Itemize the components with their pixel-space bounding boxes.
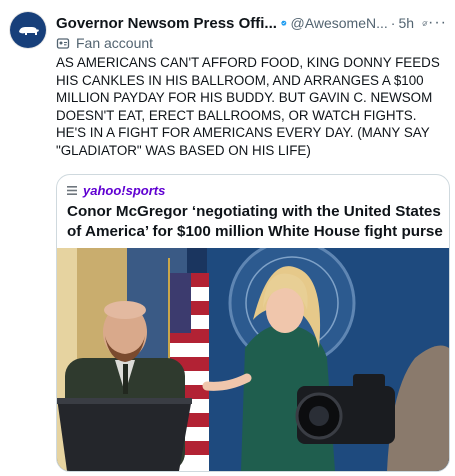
fan-account-icon: [56, 38, 70, 49]
card-image[interactable]: [57, 248, 449, 471]
more-options-icon[interactable]: ···: [428, 14, 447, 32]
fan-account-text: Fan account: [76, 35, 154, 51]
post-header: Governor Newsom Press Offi... @AwesomeN.…: [56, 13, 447, 33]
link-card[interactable]: yahoo!sports Conor McGregor ‘negotiating…: [56, 174, 450, 472]
fan-account-label: Fan account: [56, 34, 153, 52]
verified-badge-icon: [281, 20, 287, 26]
author-name[interactable]: Governor Newsom Press Offi...: [56, 15, 277, 32]
menu-icon: [67, 186, 77, 195]
card-headline[interactable]: Conor McGregor ‘negotiating with the Uni…: [67, 202, 445, 242]
card-source: yahoo!sports: [67, 183, 165, 198]
california-bear-icon: [19, 27, 39, 35]
separator-dot: ·: [390, 15, 396, 31]
source-name: yahoo!sports: [83, 183, 166, 198]
author-handle[interactable]: @AwesomeN...: [291, 15, 388, 31]
post-time[interactable]: 5h: [398, 15, 414, 31]
podium: [57, 398, 192, 471]
avatar[interactable]: [10, 12, 46, 48]
post-text: AS AMERICANS CAN'T AFFORD FOOD, KING DON…: [56, 55, 440, 158]
